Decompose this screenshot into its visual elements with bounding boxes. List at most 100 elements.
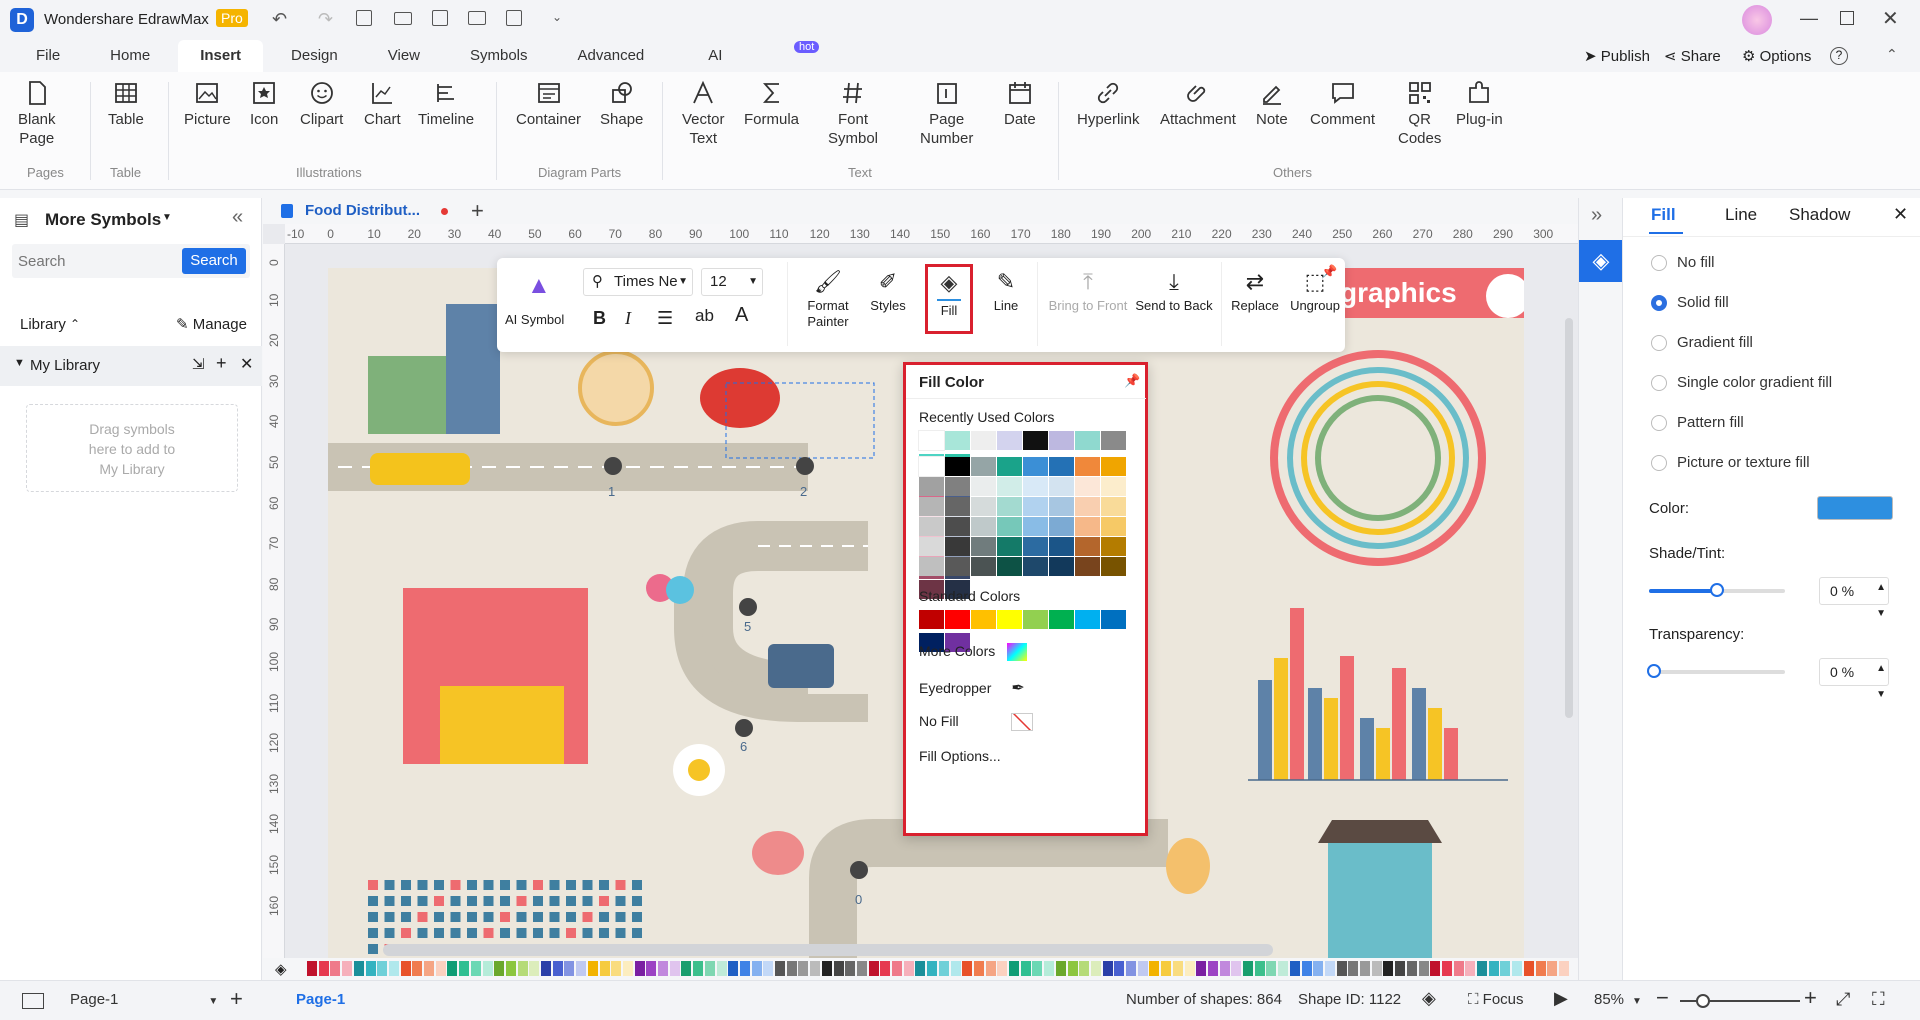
color-swatch[interactable] [945, 537, 970, 556]
color-swatch[interactable] [1049, 610, 1074, 629]
tab-advanced[interactable]: Advanced [556, 40, 667, 72]
color-swatch[interactable] [945, 477, 970, 496]
page-number-button[interactable]: Page Number [920, 80, 973, 148]
color-swatch[interactable] [1101, 537, 1126, 556]
palette-swatch[interactable] [424, 961, 434, 976]
palette-swatch[interactable] [810, 961, 821, 976]
palette-swatch[interactable] [307, 961, 317, 976]
radio-no-fill[interactable] [1651, 254, 1667, 271]
palette-swatch[interactable] [1020, 961, 1031, 976]
palette-swatch[interactable] [1231, 961, 1242, 976]
single-gradient-fill-option[interactable]: Single color gradient fill [1651, 374, 1832, 391]
close-icon[interactable]: ✕ [240, 354, 253, 374]
palette-swatch[interactable] [1523, 961, 1534, 976]
palette-swatch[interactable] [576, 961, 587, 976]
color-swatch[interactable] [1075, 497, 1100, 516]
color-swatch[interactable] [919, 497, 944, 516]
palette-swatch[interactable] [1430, 961, 1441, 976]
palette-swatch[interactable] [786, 961, 797, 976]
palette-swatch[interactable] [892, 961, 902, 976]
zoom-slider-thumb[interactable] [1696, 994, 1710, 1008]
palette-swatch[interactable] [459, 961, 470, 976]
date-button[interactable]: Date [1004, 80, 1036, 129]
avatar[interactable] [1742, 5, 1772, 35]
palette-swatch[interactable] [517, 961, 528, 976]
palette-swatch[interactable] [1558, 961, 1569, 976]
color-swatch[interactable] [971, 517, 996, 536]
add-page-icon[interactable]: + [230, 986, 243, 1012]
color-swatch[interactable] [1075, 431, 1100, 450]
help-icon[interactable]: ? [1830, 47, 1848, 65]
open-folder-icon[interactable] [394, 12, 412, 25]
note-button[interactable]: Note [1256, 80, 1288, 129]
palette-swatch[interactable] [763, 961, 774, 976]
palette-swatch[interactable] [1535, 961, 1546, 976]
palette-swatch[interactable] [915, 961, 926, 976]
palette-swatch[interactable] [1360, 961, 1370, 976]
icon-button[interactable]: Icon [250, 80, 278, 129]
palette-swatch[interactable] [365, 961, 376, 976]
tab-file[interactable]: File [14, 40, 82, 72]
palette-swatch[interactable] [342, 961, 353, 976]
palette-swatch[interactable] [1090, 961, 1101, 976]
palette-swatch[interactable] [1313, 961, 1324, 976]
palette-swatch[interactable] [693, 961, 704, 976]
color-swatch[interactable] [1049, 517, 1074, 536]
palette-swatch[interactable] [985, 961, 996, 976]
palette-swatch[interactable] [1348, 961, 1359, 976]
radio-gradient-fill[interactable] [1651, 334, 1667, 351]
palette-swatch[interactable] [658, 961, 668, 976]
document-tab[interactable]: Food Distribut... [305, 202, 420, 219]
palette-swatch[interactable] [728, 961, 739, 976]
fill-tool-icon[interactable]: ◈ [1579, 240, 1623, 282]
color-swatch[interactable] [1023, 537, 1048, 556]
drop-zone[interactable]: Drag symbols here to add to My Library [26, 404, 238, 492]
palette-swatch[interactable] [318, 961, 329, 976]
palette-swatch[interactable] [611, 961, 622, 976]
radio-solid-fill[interactable] [1651, 294, 1667, 311]
palette-swatch[interactable] [1301, 961, 1312, 976]
color-swatch[interactable] [1075, 557, 1100, 576]
send-to-back-button[interactable]: ⤓ Send to Back [1133, 266, 1215, 346]
shape-button[interactable]: Shape [600, 80, 643, 129]
table-button[interactable]: Table [108, 80, 144, 129]
palette-swatch[interactable] [1488, 961, 1499, 976]
color-swatch[interactable] [997, 517, 1022, 536]
chevron-down-icon[interactable]: ▼ [162, 212, 172, 223]
palette-swatch[interactable] [529, 961, 540, 976]
color-swatch[interactable] [971, 537, 996, 556]
color-swatch[interactable] [1023, 497, 1048, 516]
palette-swatch[interactable] [1383, 961, 1394, 976]
color-swatch[interactable] [1023, 557, 1048, 576]
panel-title[interactable]: More Symbols [45, 210, 161, 230]
tab-symbols[interactable]: Symbols [448, 40, 550, 72]
export-icon[interactable] [506, 10, 522, 26]
color-swatch[interactable] [945, 431, 970, 450]
palette-swatch[interactable] [775, 961, 785, 976]
shade-slider-thumb[interactable] [1710, 583, 1724, 597]
color-swatch[interactable] [945, 610, 970, 629]
palette-swatch[interactable] [927, 961, 938, 976]
palette-swatch[interactable] [833, 961, 844, 976]
quick-access-dropdown-icon[interactable]: ⌄ [552, 10, 562, 24]
palette-swatch[interactable] [1079, 961, 1090, 976]
palette-swatch[interactable] [821, 961, 832, 976]
layers-icon[interactable]: ◈ [1422, 988, 1436, 1009]
bold-button[interactable]: B [593, 308, 606, 329]
close-window-icon[interactable]: ✕ [1882, 6, 1899, 31]
palette-swatch[interactable] [634, 961, 645, 976]
color-picker-swatch[interactable] [1817, 496, 1893, 520]
palette-swatch[interactable] [1465, 961, 1476, 976]
share-button[interactable]: ⋖ Share [1664, 47, 1721, 65]
page-selector[interactable]: Page-1 ▼ [70, 991, 218, 1008]
color-swatch[interactable] [945, 457, 970, 476]
color-swatch[interactable] [1023, 517, 1048, 536]
vector-text-button[interactable]: Vector Text [682, 80, 725, 148]
palette-swatch[interactable] [622, 961, 633, 976]
eyedropper-button[interactable]: Eyedropper ✒ [919, 678, 1025, 698]
redo-icon[interactable]: ↷ [318, 9, 333, 30]
palette-swatch[interactable] [1102, 961, 1113, 976]
vertical-scrollbar[interactable] [1565, 318, 1573, 718]
collapse-ribbon-icon[interactable]: ⌃ [1886, 46, 1898, 63]
color-swatch[interactable] [1075, 517, 1100, 536]
